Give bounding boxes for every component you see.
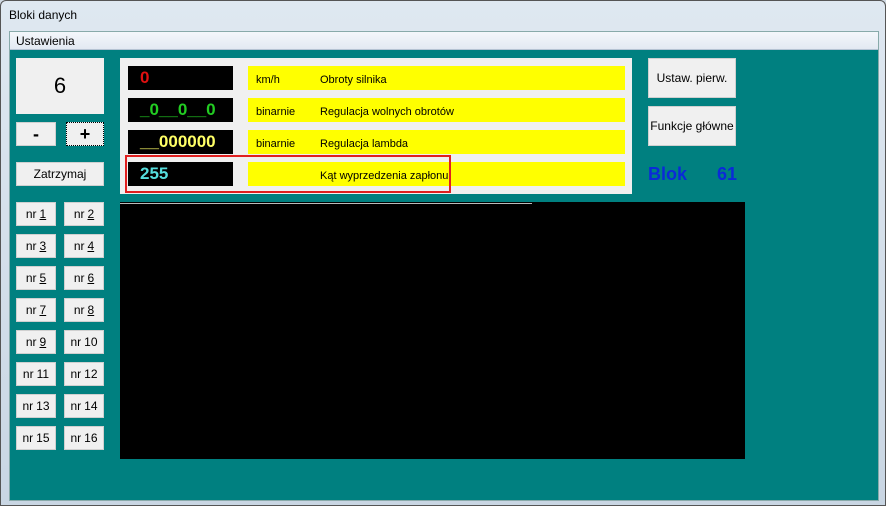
nr-number: 1 (39, 207, 47, 221)
nr-prefix: nr (73, 271, 85, 285)
highlight-frame (125, 155, 451, 193)
block-button-nr1[interactable]: nr 1 (16, 202, 56, 226)
nr-number: 16 (84, 431, 98, 445)
row-unit: binarnie (256, 106, 296, 118)
main-functions-button[interactable]: Funkcje główne (648, 106, 736, 146)
block-counter-display: 6 (16, 58, 104, 114)
menu-bar: Ustawienia (10, 32, 878, 50)
graph-area (120, 202, 745, 459)
block-label: Blok (648, 164, 688, 184)
block-button-nr4[interactable]: nr 4 (64, 234, 104, 258)
row-desc: Regulacja wolnych obrotów (320, 106, 454, 118)
stop-button[interactable]: Zatrzymaj (16, 162, 104, 186)
nr-prefix: nr (70, 431, 82, 445)
graph-line (120, 203, 532, 204)
nr-prefix: nr (73, 239, 85, 253)
block-button-nr9[interactable]: nr 9 (16, 330, 56, 354)
block-button-nr7[interactable]: nr 7 (16, 298, 56, 322)
block-button-nr14[interactable]: nr 14 (64, 394, 104, 418)
nr-number: 13 (36, 399, 50, 413)
menu-ustawienia[interactable]: Ustawienia (16, 34, 75, 48)
nr-prefix: nr (70, 335, 82, 349)
nr-prefix: nr (70, 399, 82, 413)
block-button-nr11[interactable]: nr 11 (16, 362, 56, 386)
block-button-nr6[interactable]: nr 6 (64, 266, 104, 290)
block-button-nr10[interactable]: nr 10 (64, 330, 104, 354)
row-desc: Regulacja lambda (320, 138, 409, 150)
block-button-nr15[interactable]: nr 15 (16, 426, 56, 450)
nr-prefix: nr (25, 303, 37, 317)
increment-button[interactable]: + (66, 122, 104, 146)
row-unit: km/h (256, 74, 280, 86)
row-description: binarnie Regulacja wolnych obrotów (248, 98, 625, 122)
nr-prefix: nr (25, 271, 37, 285)
nr-number: 7 (39, 303, 47, 317)
nr-number: 15 (36, 431, 50, 445)
block-button-nr16[interactable]: nr 16 (64, 426, 104, 450)
nr-prefix: nr (22, 367, 34, 381)
block-number: 61 (717, 164, 738, 184)
row-value: 0 (128, 66, 233, 90)
nr-number: 11 (36, 367, 50, 381)
row-unit: binarnie (256, 138, 296, 150)
row-desc: Obroty silnika (320, 74, 387, 86)
nr-number: 6 (87, 271, 95, 285)
nr-number: 14 (84, 399, 98, 413)
nr-number: 4 (87, 239, 95, 253)
decrement-button[interactable]: - (16, 122, 56, 146)
block-button-nr2[interactable]: nr 2 (64, 202, 104, 226)
nr-prefix: nr (22, 431, 34, 445)
nr-prefix: nr (25, 239, 37, 253)
nr-prefix: nr (73, 303, 85, 317)
nr-prefix: nr (22, 399, 34, 413)
nr-number: 3 (39, 239, 47, 253)
nr-number: 8 (87, 303, 95, 317)
nr-number: 9 (39, 335, 47, 349)
window-title: Bloki danych (9, 8, 78, 22)
row-value: __000000 (128, 130, 233, 154)
row-value: _0__0__0 (128, 98, 233, 122)
block-button-nr12[interactable]: nr 12 (64, 362, 104, 386)
row-description: km/h Obroty silnika (248, 66, 625, 90)
nr-prefix: nr (25, 335, 37, 349)
nr-number: 5 (39, 271, 47, 285)
row-description: binarnie Regulacja lambda (248, 130, 625, 154)
block-button-nr13[interactable]: nr 13 (16, 394, 56, 418)
nr-prefix: nr (25, 207, 37, 221)
block-button-nr8[interactable]: nr 8 (64, 298, 104, 322)
block-button-nr3[interactable]: nr 3 (16, 234, 56, 258)
nr-number: 10 (84, 335, 98, 349)
initial-settings-button[interactable]: Ustaw. pierw. (648, 58, 736, 98)
block-button-nr5[interactable]: nr 5 (16, 266, 56, 290)
nr-prefix: nr (70, 367, 82, 381)
nr-number: 2 (87, 207, 95, 221)
nr-prefix: nr (73, 207, 85, 221)
nr-number: 12 (84, 367, 98, 381)
